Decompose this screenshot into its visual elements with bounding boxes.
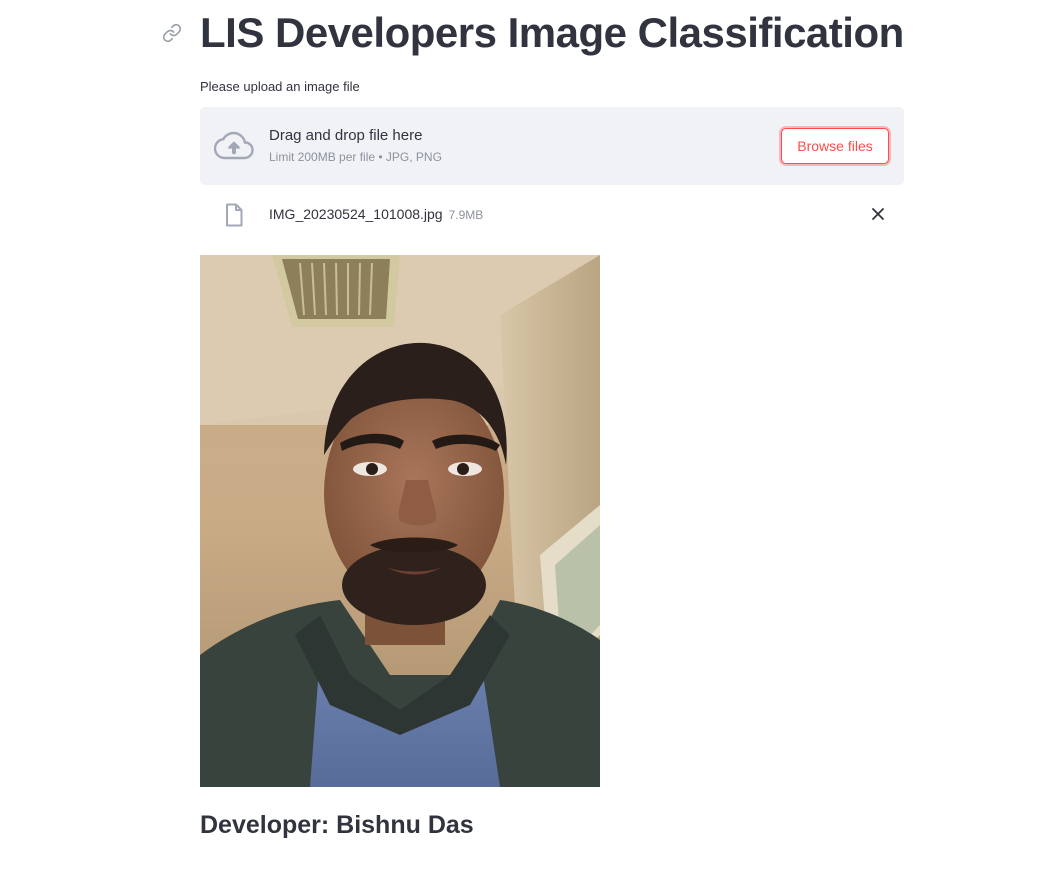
file-name-text: IMG_20230524_101008.jpg — [269, 206, 443, 222]
dropzone-main-text: Drag and drop file here — [269, 127, 423, 144]
link-icon[interactable] — [162, 23, 182, 43]
dropzone-instructions: Drag and drop file here Limit 200MB per … — [269, 126, 442, 164]
file-size-text: 7.9MB — [448, 208, 484, 222]
browse-files-button[interactable]: Browse files — [781, 128, 889, 164]
uploaded-file-item: IMG_20230524_101008.jpg 7.9MB — [200, 197, 904, 233]
file-icon — [226, 203, 243, 227]
developer-caption: Developer: Bishnu Das — [200, 811, 474, 839]
cloud-upload-icon — [214, 131, 254, 160]
uploaded-file-name: IMG_20230524_101008.jpg 7.9MB — [269, 206, 483, 222]
page-title: LIS Developers Image Classification — [200, 9, 904, 56]
uploader-label: Please upload an image file — [200, 79, 360, 94]
file-dropzone[interactable]: Drag and drop file here Limit 200MB per … — [200, 107, 904, 185]
close-icon[interactable] — [869, 205, 887, 223]
dropzone-limit-text: Limit 200MB per file • JPG, PNG — [269, 150, 442, 164]
uploaded-image-preview — [200, 255, 600, 787]
